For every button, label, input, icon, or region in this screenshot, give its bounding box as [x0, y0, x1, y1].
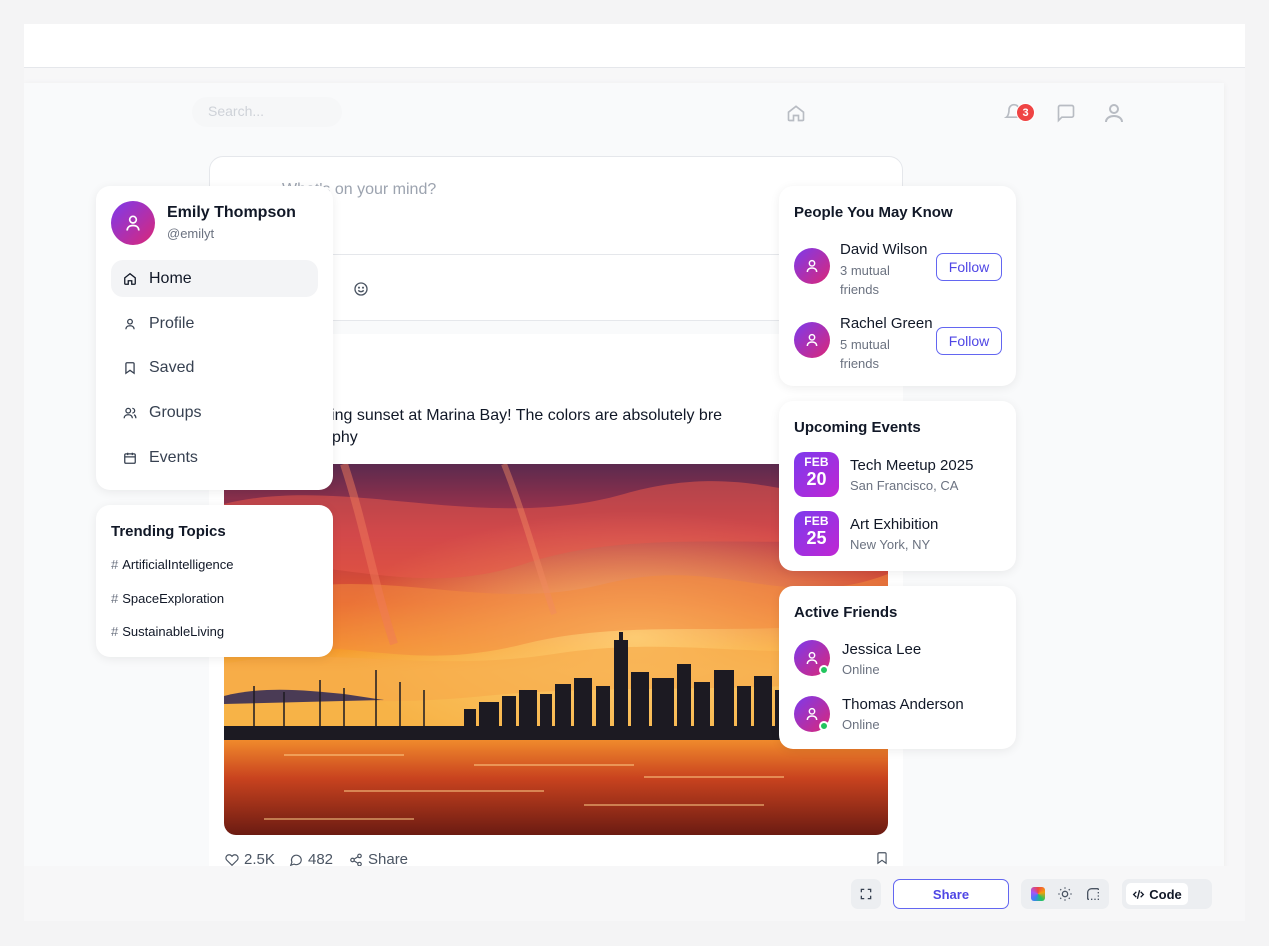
profile-handle: @emilyt	[167, 226, 215, 241]
corner-radius-icon[interactable]	[1085, 886, 1101, 902]
heart-icon	[225, 853, 239, 867]
post-text-line-1: his amazing sunset at Marina Bay! The co…	[267, 407, 723, 424]
code-label: Code	[1149, 886, 1182, 902]
online-indicator	[819, 665, 829, 675]
follow-button[interactable]: Follow	[936, 327, 1002, 355]
comment-icon	[289, 853, 303, 867]
post-text-line-2: Photography	[267, 427, 867, 449]
share-icon	[349, 853, 363, 867]
active-friends-card: Active Friends Jessica Lee Online Thomas…	[779, 586, 1016, 749]
users-icon	[123, 406, 137, 420]
code-button[interactable]: Code	[1126, 883, 1188, 905]
friend-name[interactable]: Thomas Anderson	[842, 696, 964, 713]
tag-label: SpaceExploration	[122, 591, 225, 606]
code-toggle-group: Code	[1122, 879, 1212, 909]
palette-icon[interactable]	[1031, 887, 1045, 901]
person-avatar[interactable]	[794, 322, 830, 358]
preview-toolbar: Share Code	[24, 866, 1245, 921]
upcoming-events-card: Upcoming Events FEB 20 Tech Meetup 2025 …	[779, 401, 1016, 571]
people-you-may-know-card: People You May Know David Wilson 3 mutua…	[779, 186, 1016, 386]
nav-item-groups[interactable]: Groups	[111, 394, 318, 431]
nav-label-groups: Groups	[149, 403, 202, 421]
event-day: 20	[806, 469, 827, 489]
post-text: his amazing sunset at Marina Bay! The co…	[267, 405, 867, 449]
person-name[interactable]: Rachel Green	[840, 315, 933, 332]
trending-tag[interactable]: # SustainableLiving	[111, 624, 224, 639]
event-title[interactable]: Art Exhibition	[850, 516, 938, 533]
event-date-badge: FEB 25	[794, 511, 839, 556]
trending-card: Trending Topics # ArtificialIntelligence …	[96, 505, 333, 657]
friend-name[interactable]: Jessica Lee	[842, 641, 921, 658]
event-date-badge: FEB 20	[794, 452, 839, 497]
follow-button[interactable]: Follow	[936, 253, 1002, 281]
event-month: FEB	[804, 514, 829, 528]
event-location: San Francisco, CA	[850, 478, 959, 493]
nav-item-events[interactable]: Events	[111, 439, 318, 476]
notification-badge: 3	[1016, 103, 1035, 122]
person-mutual: 5 mutual friends	[840, 337, 890, 371]
person-avatar[interactable]	[794, 248, 830, 284]
calendar-icon	[123, 451, 137, 465]
tag-label: SustainableLiving	[122, 624, 225, 639]
people-title: People You May Know	[794, 204, 953, 221]
top-nav: Search...	[24, 83, 1224, 139]
search-input[interactable]: Search...	[192, 97, 342, 127]
bookmark-icon	[123, 361, 137, 375]
event-month: FEB	[804, 455, 829, 469]
friend-status: Online	[842, 717, 880, 732]
browser-top-bar	[24, 24, 1245, 68]
account-icon[interactable]	[1102, 101, 1126, 125]
nav-label-saved: Saved	[149, 358, 195, 376]
home-icon	[123, 272, 137, 286]
sun-icon[interactable]	[1057, 886, 1073, 902]
nav-item-home[interactable]: Home	[111, 260, 318, 297]
message-icon[interactable]	[1056, 103, 1076, 123]
fullscreen-button[interactable]	[851, 879, 881, 909]
online-indicator	[819, 721, 829, 731]
person-name[interactable]: David Wilson	[840, 241, 928, 258]
emoji-icon[interactable]	[353, 281, 369, 297]
nav-label-home: Home	[149, 269, 192, 287]
friends-title: Active Friends	[794, 604, 898, 621]
trending-tag[interactable]: # ArtificialIntelligence	[111, 557, 234, 572]
event-title[interactable]: Tech Meetup 2025	[850, 457, 973, 474]
social-app: Search... 3 What's on your mind? his ama…	[24, 83, 1224, 894]
tag-label: ArtificialIntelligence	[122, 557, 234, 572]
code-icon	[1132, 888, 1145, 901]
event-location: New York, NY	[850, 537, 931, 552]
event-day: 25	[806, 528, 827, 548]
user-icon	[123, 317, 137, 331]
profile-card: Emily Thompson @emilyt Home Profile Save…	[96, 186, 333, 490]
trending-title: Trending Topics	[111, 523, 226, 540]
profile-avatar[interactable]	[111, 201, 155, 245]
nav-label-events: Events	[149, 448, 198, 466]
bookmark-icon	[875, 851, 889, 865]
nav-label-profile: Profile	[149, 314, 195, 332]
home-nav-icon[interactable]	[786, 103, 806, 123]
nav-item-saved[interactable]: Saved	[111, 349, 318, 386]
save-post-button[interactable]	[875, 851, 889, 865]
person-mutual: 3 mutual friends	[840, 263, 890, 297]
events-title: Upcoming Events	[794, 419, 921, 436]
preview-stage: Search... 3 What's on your mind? his ama…	[24, 68, 1245, 921]
share-button[interactable]: Share	[893, 879, 1009, 909]
fullscreen-icon	[859, 887, 873, 901]
view-options-group	[1021, 879, 1109, 909]
trending-tag[interactable]: # SpaceExploration	[111, 591, 224, 606]
profile-name[interactable]: Emily Thompson	[167, 204, 296, 222]
friend-status: Online	[842, 662, 880, 677]
nav-item-profile[interactable]: Profile	[111, 305, 318, 342]
